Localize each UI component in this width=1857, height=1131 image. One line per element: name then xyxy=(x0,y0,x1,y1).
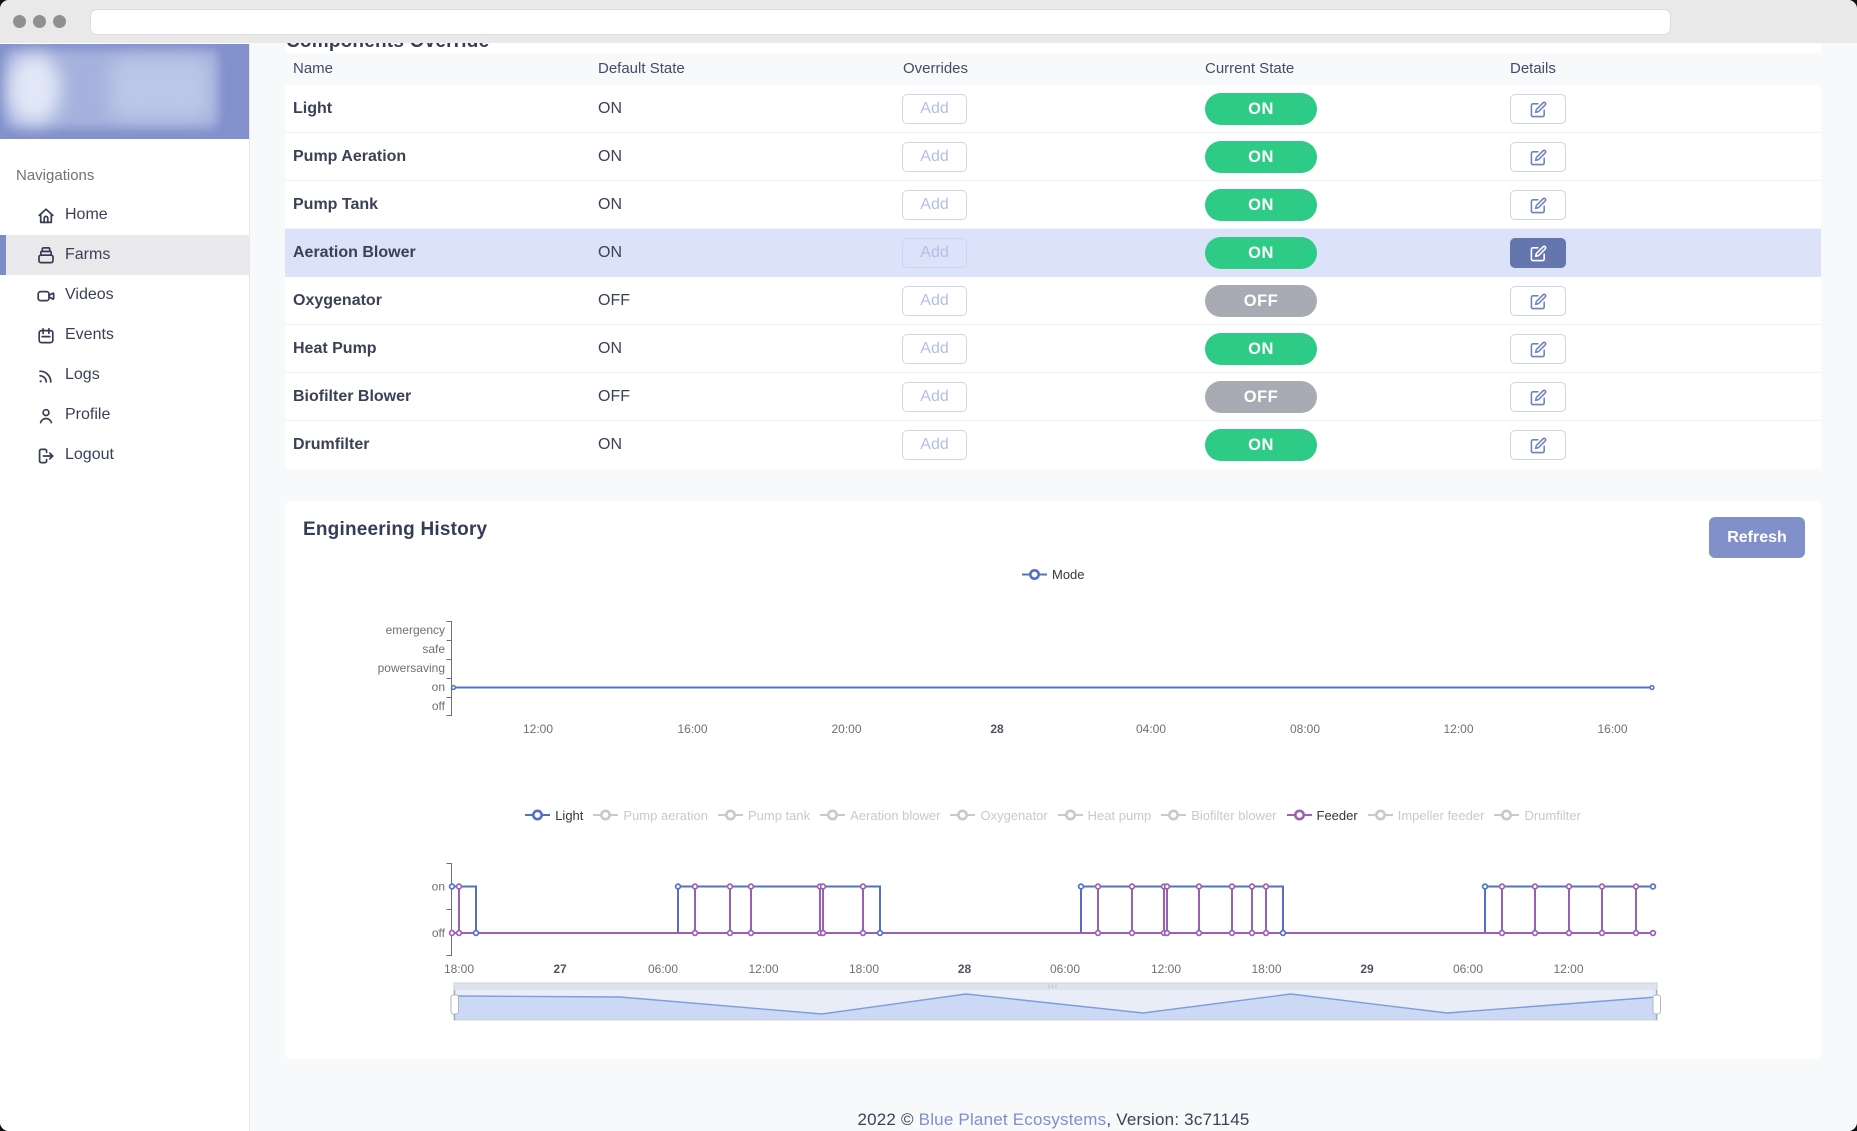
svg-text:06:00: 06:00 xyxy=(1050,962,1080,976)
svg-text:18:00: 18:00 xyxy=(849,962,879,976)
svg-text:16:00: 16:00 xyxy=(677,722,707,736)
svg-text:06:00: 06:00 xyxy=(1453,962,1483,976)
svg-text:off: off xyxy=(432,699,446,713)
svg-text:off: off xyxy=(432,926,446,940)
svg-text:Mode: Mode xyxy=(1052,567,1085,582)
svg-text:29: 29 xyxy=(1360,962,1374,976)
svg-text:06:00: 06:00 xyxy=(648,962,678,976)
svg-text:04:00: 04:00 xyxy=(1136,722,1166,736)
svg-text:12:00: 12:00 xyxy=(748,962,778,976)
svg-text:18:00: 18:00 xyxy=(1251,962,1281,976)
svg-text:powersaving: powersaving xyxy=(378,661,445,675)
svg-text:12:00: 12:00 xyxy=(523,722,553,736)
svg-text:12:00: 12:00 xyxy=(1443,722,1473,736)
svg-text:12:00: 12:00 xyxy=(1553,962,1583,976)
svg-text:08:00: 08:00 xyxy=(1290,722,1320,736)
svg-text:16:00: 16:00 xyxy=(1597,722,1627,736)
svg-text:safe: safe xyxy=(422,642,445,656)
svg-text:emergency: emergency xyxy=(386,623,445,637)
svg-text:on: on xyxy=(432,880,445,894)
svg-text:12:00: 12:00 xyxy=(1151,962,1181,976)
svg-text:20:00: 20:00 xyxy=(831,722,861,736)
svg-text:28: 28 xyxy=(958,962,972,976)
svg-text:27: 27 xyxy=(553,962,567,976)
svg-text:28: 28 xyxy=(990,722,1004,736)
svg-text:18:00: 18:00 xyxy=(444,962,474,976)
svg-text:on: on xyxy=(432,680,445,694)
